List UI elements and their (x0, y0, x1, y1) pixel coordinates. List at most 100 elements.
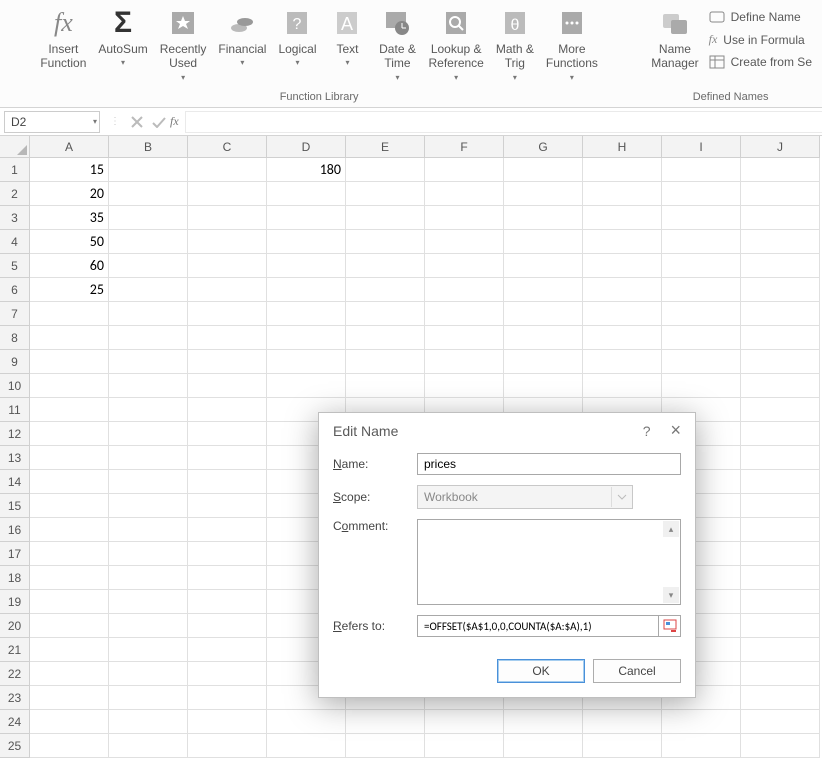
cell[interactable] (188, 518, 267, 542)
cell[interactable] (188, 710, 267, 734)
cell[interactable] (30, 470, 109, 494)
column-header[interactable]: D (267, 136, 346, 158)
cell[interactable] (662, 206, 741, 230)
row-header[interactable]: 18 (0, 566, 30, 590)
refers-to-input[interactable] (417, 615, 659, 637)
cell[interactable] (30, 302, 109, 326)
row-header[interactable]: 8 (0, 326, 30, 350)
cell[interactable] (741, 566, 820, 590)
cell[interactable] (109, 638, 188, 662)
row-header[interactable]: 5 (0, 254, 30, 278)
collapse-dialog-button[interactable] (659, 615, 681, 637)
row-header[interactable]: 10 (0, 374, 30, 398)
cell[interactable] (109, 446, 188, 470)
cell[interactable] (662, 254, 741, 278)
cell[interactable] (267, 350, 346, 374)
cell[interactable] (188, 278, 267, 302)
cell[interactable] (267, 254, 346, 278)
cell[interactable] (662, 374, 741, 398)
cell[interactable] (30, 734, 109, 758)
cell[interactable] (188, 254, 267, 278)
cell[interactable]: 50 (30, 230, 109, 254)
cell[interactable] (741, 158, 820, 182)
row-header[interactable]: 7 (0, 302, 30, 326)
column-header[interactable]: C (188, 136, 267, 158)
cell[interactable] (109, 158, 188, 182)
cell[interactable] (109, 494, 188, 518)
cell[interactable] (30, 518, 109, 542)
cell[interactable] (662, 350, 741, 374)
cell[interactable] (741, 326, 820, 350)
row-header[interactable]: 6 (0, 278, 30, 302)
cell[interactable] (188, 374, 267, 398)
cell[interactable] (267, 206, 346, 230)
cell[interactable] (504, 254, 583, 278)
cell[interactable] (662, 182, 741, 206)
cell[interactable] (30, 422, 109, 446)
cell[interactable] (30, 614, 109, 638)
cell[interactable] (346, 158, 425, 182)
cell[interactable] (741, 470, 820, 494)
cell[interactable] (346, 374, 425, 398)
cell[interactable] (267, 182, 346, 206)
cell[interactable] (109, 470, 188, 494)
cell[interactable] (109, 710, 188, 734)
name-input[interactable] (417, 453, 681, 475)
math-trig-button[interactable]: θ Math & Trig ▾ (490, 4, 540, 84)
cell[interactable] (741, 542, 820, 566)
cell[interactable] (188, 350, 267, 374)
row-header[interactable]: 3 (0, 206, 30, 230)
cell[interactable] (346, 350, 425, 374)
cell[interactable] (583, 206, 662, 230)
cell[interactable] (741, 374, 820, 398)
cell[interactable] (109, 734, 188, 758)
cell[interactable] (583, 710, 662, 734)
enter-formula-button[interactable] (148, 111, 170, 133)
cell[interactable] (425, 350, 504, 374)
cell[interactable] (109, 302, 188, 326)
cell[interactable] (583, 254, 662, 278)
cell[interactable] (30, 374, 109, 398)
cell[interactable] (267, 734, 346, 758)
cell[interactable] (188, 206, 267, 230)
cell[interactable] (741, 662, 820, 686)
scroll-up-icon[interactable]: ▴ (663, 521, 679, 537)
comment-textarea[interactable]: ▴ ▾ (417, 519, 681, 605)
fx-icon[interactable]: fx (170, 114, 185, 129)
cell[interactable] (109, 374, 188, 398)
cell[interactable]: 15 (30, 158, 109, 182)
cell[interactable] (741, 350, 820, 374)
cell[interactable] (504, 230, 583, 254)
cell[interactable] (425, 710, 504, 734)
cell[interactable] (662, 326, 741, 350)
row-header[interactable]: 9 (0, 350, 30, 374)
cell[interactable] (741, 494, 820, 518)
cell[interactable] (346, 278, 425, 302)
formula-input[interactable] (185, 111, 822, 133)
row-header[interactable]: 17 (0, 542, 30, 566)
cell[interactable] (109, 350, 188, 374)
cell[interactable] (583, 230, 662, 254)
cell[interactable] (109, 182, 188, 206)
cell[interactable] (188, 590, 267, 614)
cell[interactable] (741, 278, 820, 302)
cell[interactable] (30, 638, 109, 662)
cell[interactable] (741, 686, 820, 710)
autosum-button[interactable]: Σ AutoSum ▾ (92, 4, 153, 69)
column-header[interactable]: G (504, 136, 583, 158)
cell[interactable] (109, 278, 188, 302)
cell[interactable] (741, 710, 820, 734)
cell[interactable] (425, 230, 504, 254)
define-name-button[interactable]: Define Name (705, 8, 816, 26)
cell[interactable] (346, 206, 425, 230)
cell[interactable] (741, 230, 820, 254)
cell[interactable] (346, 302, 425, 326)
cell[interactable] (188, 446, 267, 470)
row-header[interactable]: 12 (0, 422, 30, 446)
cancel-formula-button[interactable] (126, 111, 148, 133)
cell[interactable] (188, 494, 267, 518)
cell[interactable] (346, 254, 425, 278)
column-header[interactable]: J (741, 136, 820, 158)
cell[interactable] (504, 326, 583, 350)
cell[interactable] (504, 734, 583, 758)
